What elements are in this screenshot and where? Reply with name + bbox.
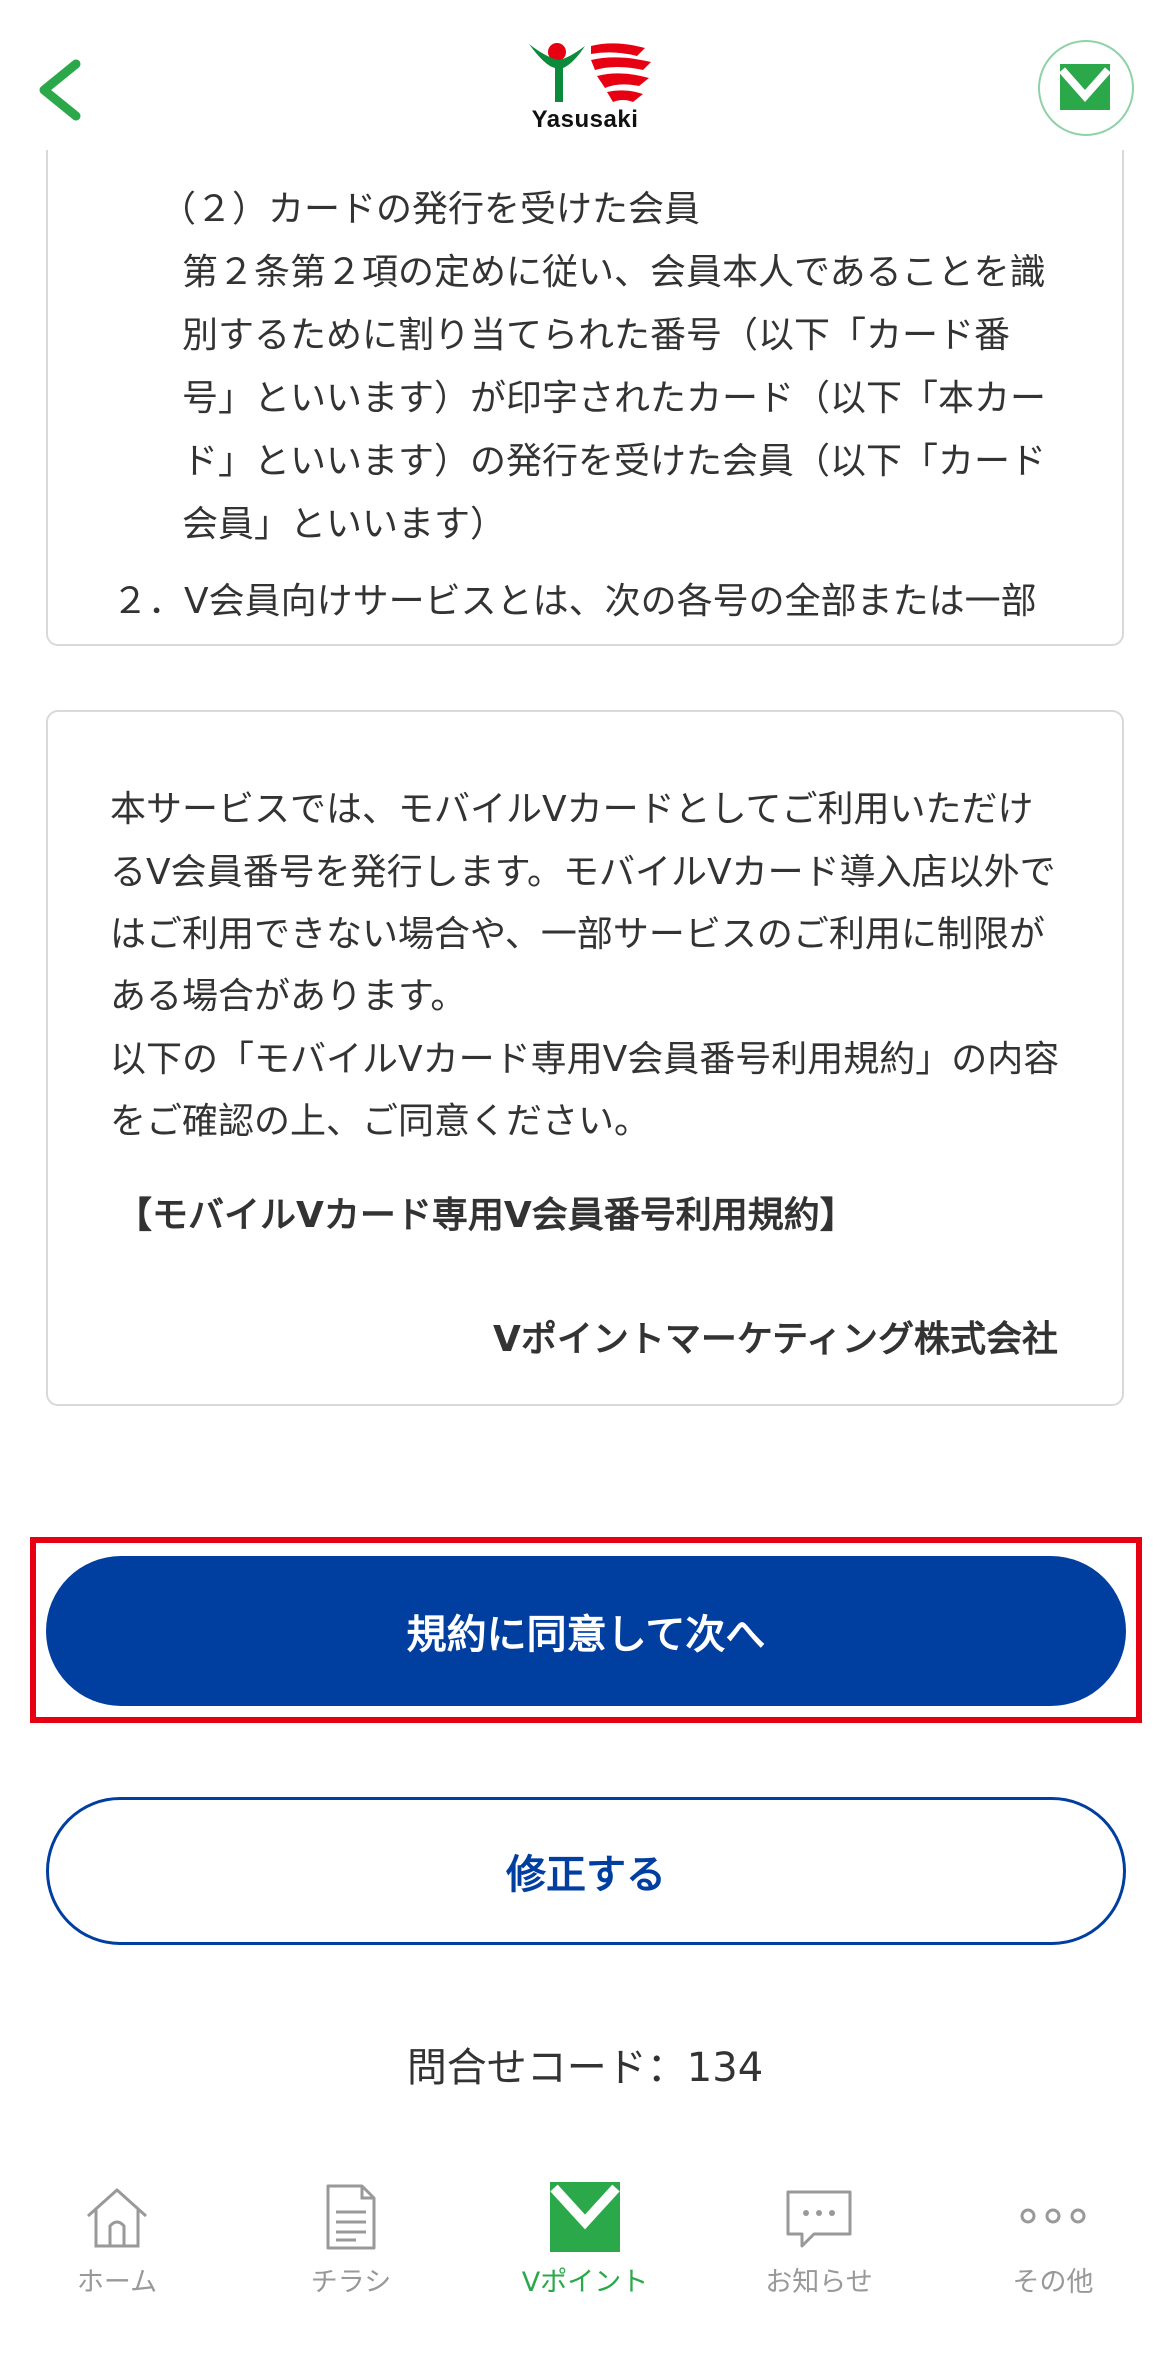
- tab-label: Vポイント: [521, 2267, 649, 2298]
- tab-home[interactable]: ホーム: [0, 2160, 234, 2369]
- tab-label: お知らせ: [765, 2267, 873, 2298]
- tab-label: チラシ: [310, 2267, 392, 2298]
- inquiry-code: 問合せコード：134: [406, 2045, 764, 2091]
- service-info-box: 本サービスでは、モバイルVカードとしてご利用いただけ るV会員番号を発行します。…: [46, 710, 1124, 1406]
- app-header: Yasusaki: [0, 0, 1170, 150]
- terms-title: 【モバイルVカード専用V会員番号利用規約】: [116, 1195, 856, 1236]
- tab-news[interactable]: お知らせ: [702, 2160, 936, 2369]
- logo-text: Yasusaki: [531, 106, 639, 133]
- info-line: 本サービスでは、モバイルVカードとしてご利用いただけ: [110, 789, 1034, 830]
- bottom-tab-bar: ホーム チラシ Vポイント お知らせ その他: [0, 2160, 1170, 2369]
- chevron-left-icon: [39, 59, 81, 121]
- back-button[interactable]: [30, 50, 90, 130]
- info-line: をご確認の上、ご同意ください。: [110, 1101, 651, 1142]
- company-name: Vポイントマーケティング株式会社: [493, 1319, 1058, 1360]
- tab-label: ホーム: [76, 2267, 158, 2298]
- terms-line: ド」といいます）の発行を受けた会員（以下「カード: [182, 441, 1047, 482]
- info-line: 以下の「モバイルVカード専用V会員番号利用規約」の内容: [110, 1039, 1060, 1080]
- terms-line: 第２条第２項の定めに従い、会員本人であることを識: [182, 252, 1046, 293]
- tab-label: その他: [1012, 2267, 1094, 2298]
- logo-mark-icon: [529, 43, 651, 102]
- terms-scroll-box[interactable]: （２）カードの発行を受けた会員 第２条第２項の定めに従い、会員本人であることを識…: [46, 140, 1124, 646]
- flyer-icon: [326, 2184, 376, 2250]
- more-icon: [1020, 2208, 1086, 2224]
- terms-line: 会員」といいます）: [182, 504, 507, 545]
- terms-line: （２）カードの発行を受けた会員: [160, 189, 701, 230]
- tab-more[interactable]: その他: [936, 2160, 1170, 2369]
- terms-line: 号」といいます）が印字されたカード（以下「本カー: [182, 378, 1047, 419]
- agree-next-button[interactable]: 規約に同意して次へ: [46, 1556, 1126, 1706]
- vpoint-icon: [550, 2182, 620, 2252]
- info-line: ある場合があります。: [110, 976, 467, 1017]
- yasusaki-logo: Yasusaki: [505, 38, 665, 138]
- message-icon: [786, 2190, 852, 2248]
- v-logo-icon: [1059, 64, 1111, 110]
- tab-flyer[interactable]: チラシ: [234, 2160, 468, 2369]
- tab-vpoint[interactable]: Vポイント: [468, 2160, 702, 2369]
- terms-line: ２．V会員向けサービスとは、次の各号の全部または一部: [112, 581, 1037, 622]
- info-line: るV会員番号を発行します。モバイルVカード導入店以外で: [110, 852, 1056, 893]
- terms-line: 別するために割り当てられた番号（以下「カード番: [182, 315, 1011, 356]
- home-icon: [86, 2188, 148, 2248]
- info-line: はご利用できない場合や、一部サービスのご利用に制限が: [110, 914, 1045, 955]
- edit-button[interactable]: 修正する: [46, 1797, 1126, 1945]
- vpoint-card-button[interactable]: [1038, 40, 1134, 136]
